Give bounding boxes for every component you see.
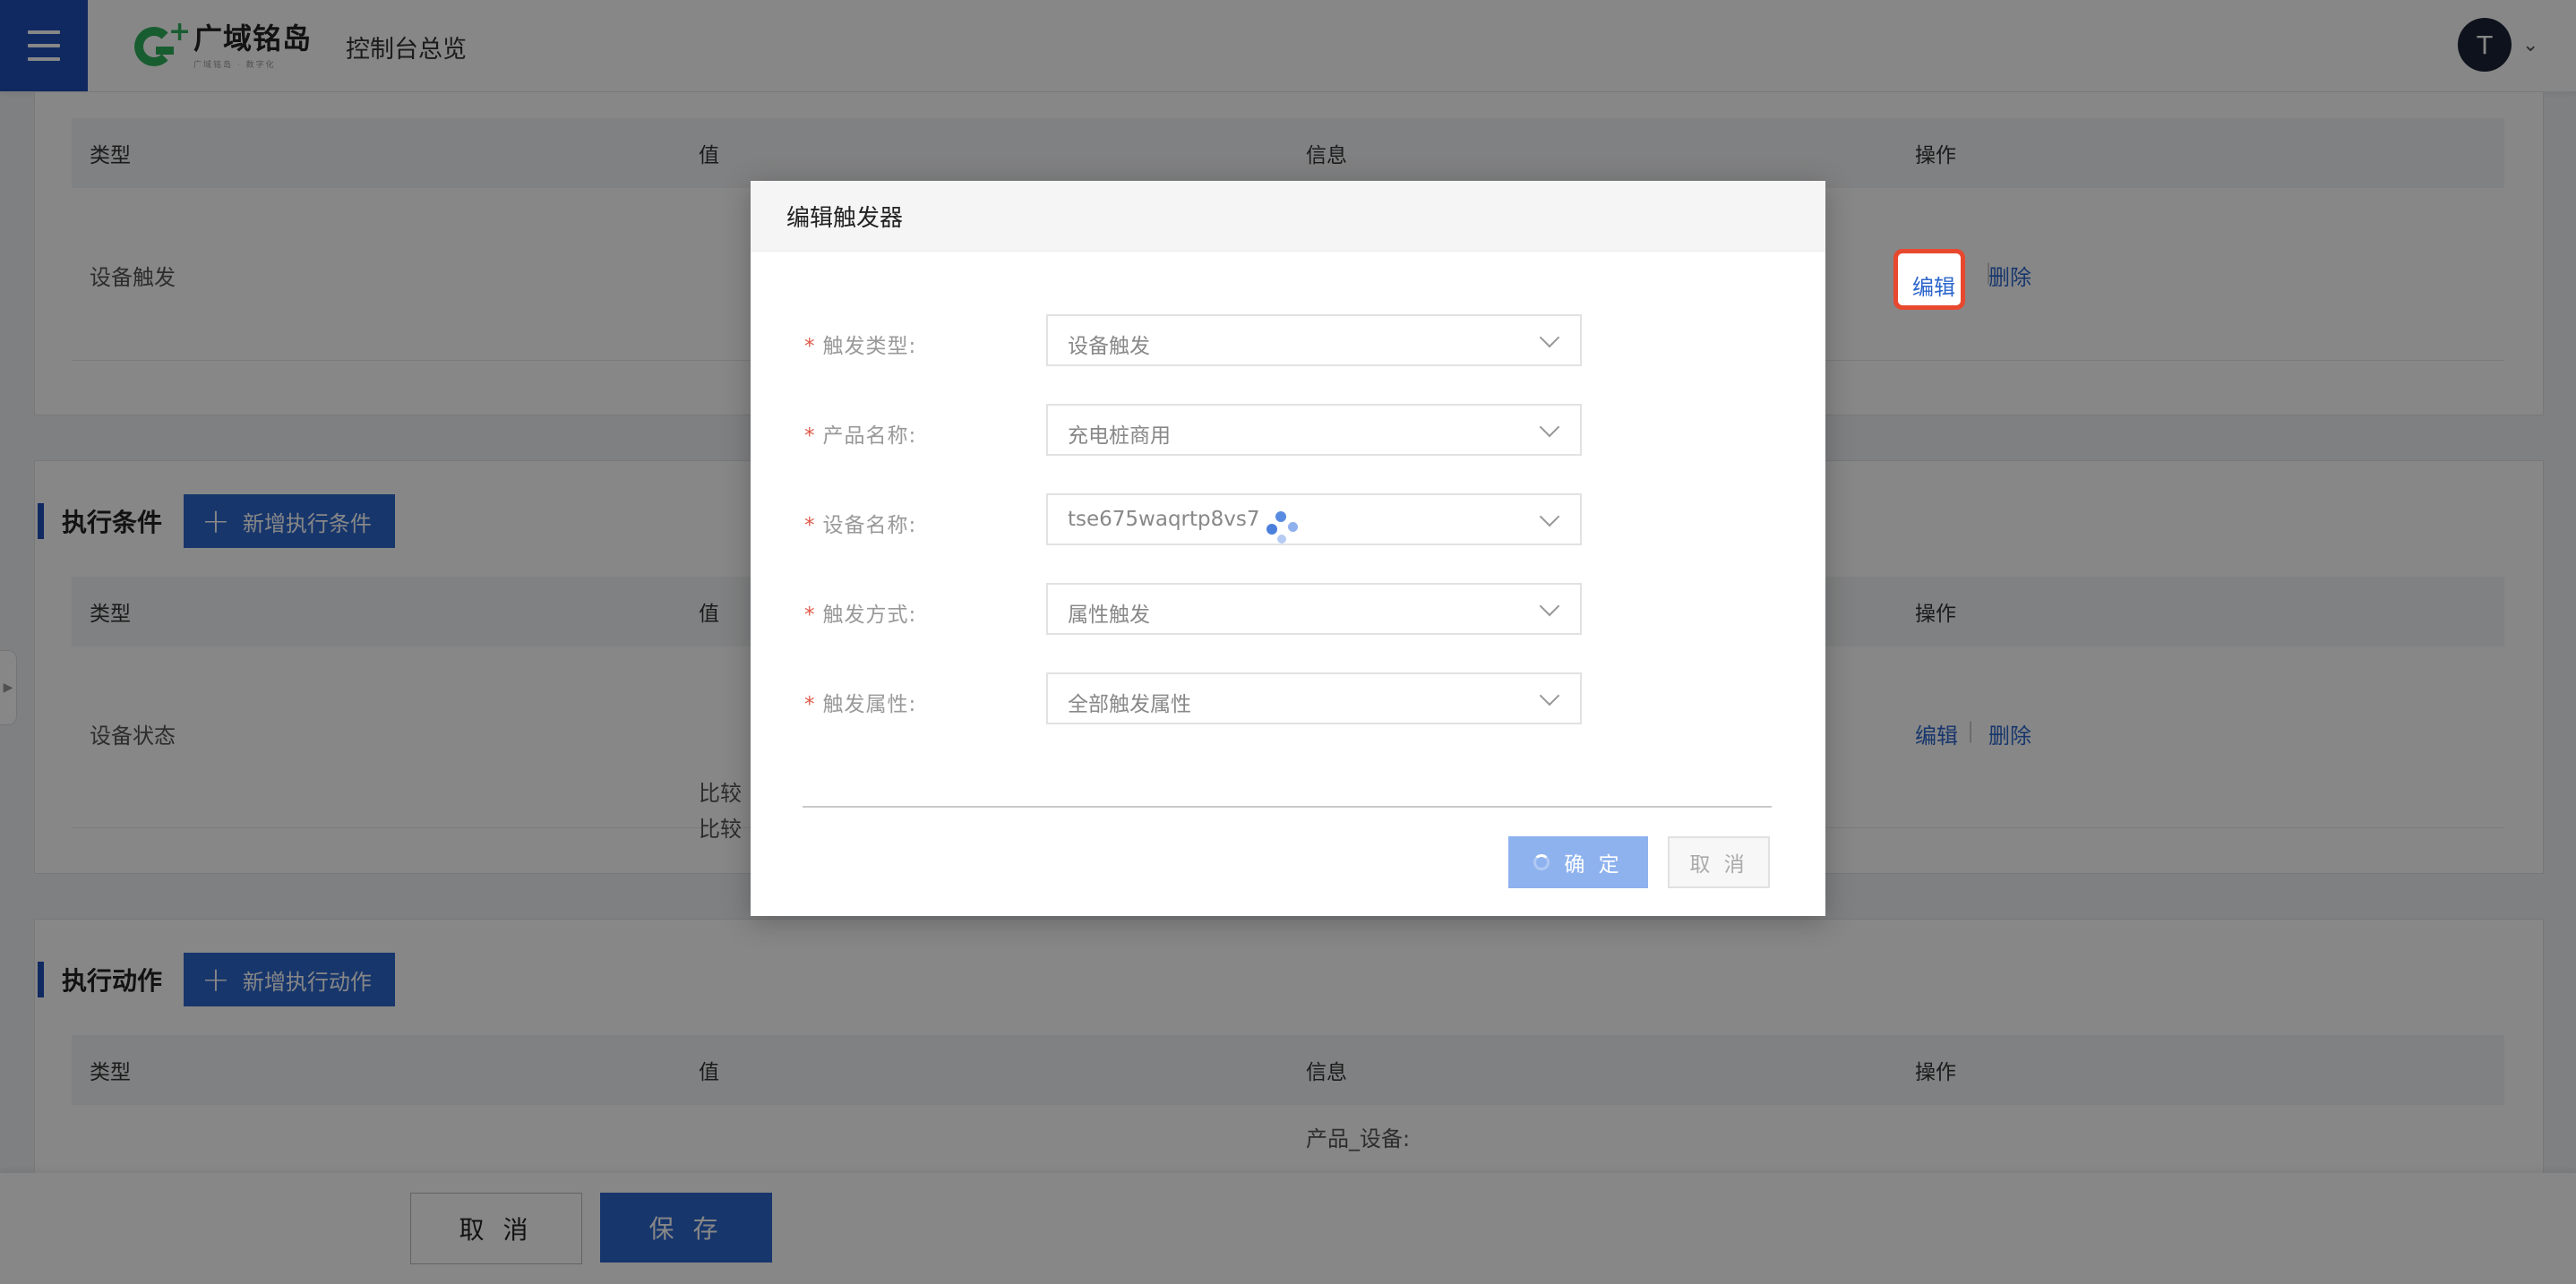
- select-value: 充电桩商用: [1068, 424, 1171, 448]
- form-row-trigger-method: * 触发方式: 属性触发: [751, 583, 1825, 637]
- required-mark: *: [804, 514, 816, 537]
- required-mark: *: [804, 603, 816, 627]
- chevron-down-icon: [1539, 506, 1560, 527]
- trigger-type-select[interactable]: 设备触发: [1046, 314, 1582, 366]
- field-label: * 触发方式:: [804, 597, 916, 628]
- field-label: * 触发类型:: [804, 329, 916, 359]
- field-label-text: 触发属性:: [822, 693, 917, 716]
- chevron-down-icon: [1539, 416, 1560, 438]
- required-mark: *: [804, 693, 816, 716]
- select-value: tse675waqrtp8vs7: [1068, 508, 1260, 531]
- select-value: 设备触发: [1068, 335, 1150, 358]
- dialog-divider: [803, 806, 1772, 808]
- chevron-down-icon: [1539, 595, 1560, 617]
- form-row-product-name: * 产品名称: 充电桩商用: [751, 404, 1825, 458]
- confirm-button[interactable]: 确 定: [1508, 836, 1648, 888]
- field-label: * 触发属性:: [804, 687, 916, 717]
- required-mark: *: [804, 335, 816, 358]
- field-label: * 产品名称:: [804, 418, 916, 449]
- trigger-method-select[interactable]: 属性触发: [1046, 583, 1582, 635]
- loading-spinner-icon: [1267, 511, 1308, 552]
- confirm-label: 确 定: [1564, 853, 1623, 877]
- required-mark: *: [804, 424, 816, 448]
- chevron-down-icon: [1539, 685, 1560, 706]
- loading-icon: [1533, 854, 1550, 870]
- dialog-title: 编辑触发器: [751, 181, 1825, 252]
- edit-link-highlighted[interactable]: 编辑: [1893, 249, 1965, 310]
- edit-trigger-dialog: 编辑触发器 * 触发类型: 设备触发 * 产品名称: 充电桩商用 * 设备名称: ts…: [751, 181, 1825, 916]
- field-label: * 设备名称:: [804, 508, 916, 538]
- field-label-text: 触发类型:: [822, 335, 917, 358]
- dialog-cancel-button[interactable]: 取 消: [1668, 836, 1770, 888]
- product-name-select[interactable]: 充电桩商用: [1046, 404, 1582, 456]
- field-label-text: 设备名称:: [822, 514, 917, 537]
- field-label-text: 触发方式:: [822, 603, 917, 627]
- select-value: 属性触发: [1068, 603, 1150, 627]
- form-row-trigger-attribute: * 触发属性: 全部触发属性: [751, 672, 1825, 726]
- form-row-trigger-type: * 触发类型: 设备触发: [751, 314, 1825, 368]
- chevron-down-icon: [1539, 327, 1560, 348]
- device-name-select[interactable]: tse675waqrtp8vs7: [1046, 493, 1582, 545]
- trigger-attribute-select[interactable]: 全部触发属性: [1046, 672, 1582, 724]
- edit-link[interactable]: 编辑: [1912, 270, 1955, 301]
- field-label-text: 产品名称:: [822, 424, 917, 448]
- select-value: 全部触发属性: [1068, 693, 1191, 716]
